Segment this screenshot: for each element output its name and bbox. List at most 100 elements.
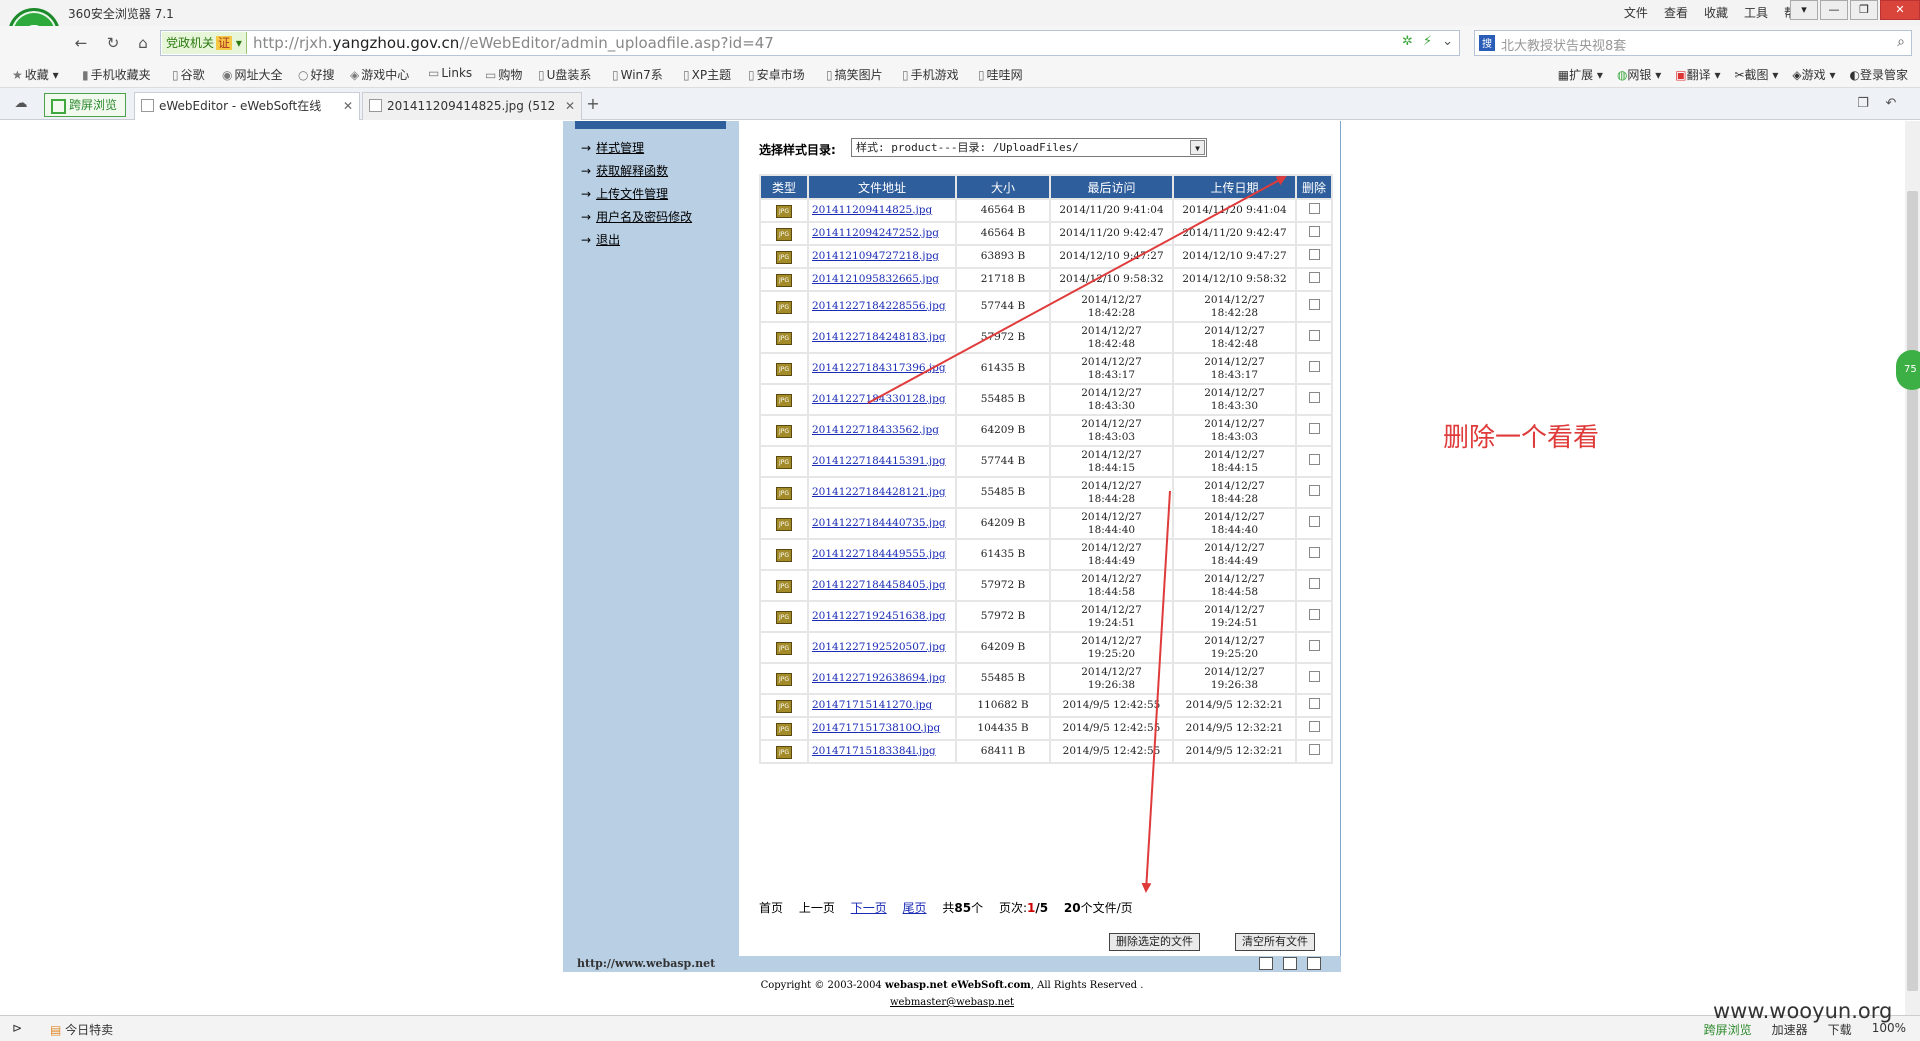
vertical-scrollbar[interactable] — [1905, 121, 1920, 1015]
title-bar: 360安全浏览器 7.1 文件 查看 收藏 工具 帮助 ▾ — ❐ ✕ — [0, 0, 1920, 26]
tab-ewebeditor[interactable]: eWebEditor - eWebSoft在线 ✕ — [134, 92, 360, 120]
bookmark-item[interactable]: ▭ 购物 — [485, 66, 522, 83]
bookmark-item[interactable]: ◉ 网址大全 — [222, 66, 283, 83]
gamepad-icon: ◈ — [350, 68, 360, 82]
status-bar: ⊳ ▤ 今日特卖 跨屏浏览 加速器 下载 100% — [0, 1015, 1920, 1041]
back-icon[interactable]: ← — [70, 32, 92, 54]
login-manager-label: 登录管家 — [1859, 68, 1908, 82]
skin-button[interactable]: ▾ — [1790, 0, 1818, 20]
close-tab-icon[interactable]: ✕ — [565, 93, 575, 119]
minimize-button[interactable]: — — [1820, 0, 1848, 20]
page-icon: ▯ — [683, 68, 690, 82]
games-button[interactable]: ◈游戏 ▾ — [1792, 66, 1835, 83]
chevron-down-icon[interactable]: ⌄ — [1442, 34, 1453, 49]
menu-tools[interactable]: 工具 — [1744, 4, 1768, 21]
bookmark-label: 哇哇网 — [986, 68, 1023, 82]
search-icon: ○ — [298, 68, 309, 82]
translate-button[interactable]: ▣翻译 ▾ — [1675, 66, 1720, 83]
annotation-arrows — [867, 176, 1287, 893]
bookmark-item[interactable]: ▯ 安卓市场 — [748, 66, 805, 83]
login-manager-button[interactable]: ◐登录管家 — [1850, 66, 1909, 83]
bookmark-item[interactable]: ★ 收藏 ▾ — [12, 66, 59, 83]
globe-icon: ◉ — [222, 68, 233, 82]
menu-favorites[interactable]: 收藏 — [1704, 4, 1728, 21]
bookmark-label: 好搜 — [310, 68, 335, 82]
close-button[interactable]: ✕ — [1880, 0, 1920, 20]
bookmark-item[interactable]: ▯ XP主题 — [683, 66, 731, 83]
menu-file[interactable]: 文件 — [1624, 4, 1648, 21]
scrollbar-thumb[interactable] — [1907, 191, 1918, 991]
bookmark-item[interactable]: ▮ 手机收藏夹 — [82, 66, 151, 83]
url-path: //eWebEditor/admin_uploadfile.asp?id=47 — [459, 34, 774, 52]
watermark: www.wooyun.org — [1713, 999, 1893, 1023]
today-deals-link[interactable]: ▤ 今日特卖 — [50, 1021, 113, 1038]
bookmark-item[interactable]: ▯ 谷歌 — [172, 66, 205, 83]
address-bar[interactable]: 党政机关证 ▾ http://rjxh.yangzhou.gov.cn//eWe… — [160, 30, 1460, 56]
star-icon: ★ — [12, 68, 23, 82]
speed-icon[interactable]: ✲ — [1402, 34, 1413, 49]
page-icon: ▯ — [978, 68, 985, 82]
status-download[interactable]: 下载 — [1828, 1021, 1852, 1038]
status-cross-screen[interactable]: 跨屏浏览 — [1704, 1021, 1752, 1038]
screenshot-label: 截图 — [1744, 68, 1769, 82]
window-controls: ▾ — ❐ ✕ — [1788, 0, 1920, 20]
title-menus: 文件 查看 收藏 工具 帮助 — [1624, 4, 1808, 21]
gov-badge[interactable]: 党政机关证 ▾ — [162, 32, 247, 54]
cloud-icon[interactable]: ☁ — [10, 93, 32, 115]
bookmark-item[interactable]: ▯ 搞笑图片 — [826, 66, 883, 83]
extensions-label: 扩展 — [1569, 68, 1594, 82]
status-accelerator[interactable]: 加速器 — [1772, 1021, 1808, 1038]
sidebar-toggle-icon[interactable]: ⊳ — [12, 1021, 22, 1035]
bookmark-label: 搞笑图片 — [834, 68, 883, 82]
gamepad-icon: ◈ — [1792, 68, 1802, 82]
search-icon[interactable]: ⌕ — [1897, 34, 1905, 50]
bookmark-label: 手机收藏夹 — [90, 68, 151, 82]
bookmark-item[interactable]: ▯ 手机游戏 — [902, 66, 959, 83]
tab-title: 201411209414825.jpg (512 — [387, 99, 556, 113]
arrow-to-delete-column — [867, 176, 1287, 404]
bookmarks-right: ▦扩展 ▾ ◍网银 ▾ ▣翻译 ▾ ✂截图 ▾ ◈游戏 ▾ ◐登录管家 — [1558, 66, 1908, 83]
refresh-icon[interactable]: ↻ — [102, 32, 124, 54]
search-engine-icon[interactable]: 搜 — [1479, 35, 1495, 51]
tab-image[interactable]: 201411209414825.jpg (512 ✕ — [362, 92, 582, 120]
url-domain: yangzhou.gov.cn — [332, 34, 460, 52]
close-tab-icon[interactable]: ✕ — [343, 93, 353, 119]
bookmark-item[interactable]: ▯ 哇哇网 — [978, 66, 1023, 83]
screenshot-button[interactable]: ✂截图 ▾ — [1734, 66, 1778, 83]
url-text[interactable]: http://rjxh.yangzhou.gov.cn//eWebEditor/… — [253, 34, 774, 52]
status-right: 跨屏浏览 加速器 下载 100% — [1704, 1021, 1906, 1038]
folder-icon: ▭ — [428, 66, 440, 80]
lightning-icon[interactable]: ⚡ — [1423, 34, 1432, 49]
page-icon: ▯ — [748, 68, 755, 82]
tab-list-icon[interactable]: ❐ — [1852, 93, 1874, 115]
menu-view[interactable]: 查看 — [1664, 4, 1688, 21]
translate-icon: ▣ — [1675, 68, 1687, 82]
maximize-button[interactable]: ❐ — [1850, 0, 1878, 20]
search-box[interactable]: 搜 北大教授状告央视8套 ⌕ — [1474, 30, 1912, 56]
side-float-badge[interactable]: 75 — [1896, 350, 1920, 390]
bank-button[interactable]: ◍网银 ▾ — [1617, 66, 1661, 83]
bookmark-item[interactable]: ▯ Win7系 — [612, 66, 663, 83]
bookmark-item[interactable]: ▯ U盘装系 — [538, 66, 591, 83]
bookmark-label: 谷歌 — [180, 68, 205, 82]
tab-title: eWebEditor - eWebSoft在线 — [159, 99, 322, 113]
status-zoom[interactable]: 100% — [1872, 1021, 1906, 1038]
bank-label: 网银 — [1627, 68, 1652, 82]
today-deals-label: 今日特卖 — [65, 1023, 114, 1037]
extensions-button[interactable]: ▦扩展 ▾ — [1558, 66, 1603, 83]
bookmark-item[interactable]: ◈ 游戏中心 — [350, 66, 409, 83]
home-icon[interactable]: ⌂ — [132, 32, 154, 54]
bookmark-item[interactable]: ▭ Links — [428, 66, 472, 80]
bookmark-label: Win7系 — [620, 68, 663, 82]
new-tab-icon[interactable]: + — [582, 93, 604, 115]
bookmark-label: XP主题 — [691, 68, 732, 82]
gov-badge-label: 党政机关 — [166, 36, 215, 50]
bookmark-label: 收藏 — [24, 68, 49, 82]
page-icon — [369, 99, 382, 112]
search-input[interactable]: 北大教授状告央视8套 — [1501, 35, 1626, 54]
cross-screen-tab[interactable]: 跨屏浏览 — [44, 93, 127, 117]
undo-close-icon[interactable]: ↶ — [1880, 93, 1902, 115]
bookmark-item[interactable]: ○ 好搜 — [298, 66, 335, 83]
tab-bar: ☁ 跨屏浏览 eWebEditor - eWebSoft在线 ✕ 2014112… — [0, 88, 1920, 120]
page-icon: ▯ — [172, 68, 179, 82]
